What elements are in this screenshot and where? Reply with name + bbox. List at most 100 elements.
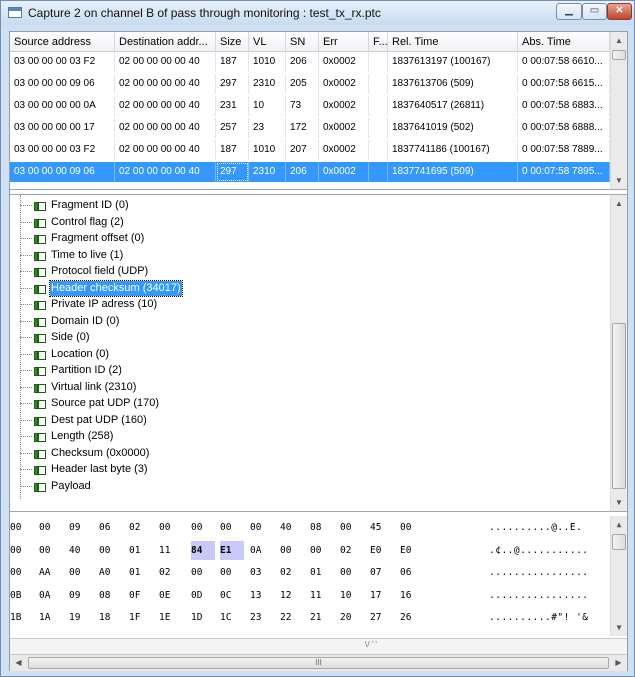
hex-byte[interactable]: 21	[310, 608, 334, 627]
hex-byte[interactable]: 02	[129, 518, 153, 537]
scroll-down-arrow-icon[interactable]: ▼	[611, 494, 627, 511]
hex-byte[interactable]: 00	[340, 563, 364, 582]
hex-byte[interactable]: 17	[370, 586, 394, 605]
hex-byte[interactable]: E0	[400, 541, 424, 560]
scroll-thumb[interactable]	[612, 323, 626, 489]
hex-byte[interactable]: 10	[340, 586, 364, 605]
hex-byte[interactable]: 07	[370, 563, 394, 582]
hex-byte[interactable]: 02	[159, 563, 183, 582]
scroll-up-arrow-icon[interactable]: ▲	[611, 516, 627, 533]
scroll-up-arrow-icon[interactable]: ▲	[611, 32, 627, 49]
hex-byte[interactable]: 00	[69, 563, 93, 582]
horizontal-scrollbar[interactable]: ◀ III ▶	[10, 654, 627, 671]
hex-byte[interactable]: E0	[370, 541, 394, 560]
hex-byte[interactable]: 1F	[129, 608, 153, 627]
hex-byte[interactable]: 13	[250, 586, 274, 605]
tree-vertical-scrollbar[interactable]: ▲ ▼	[610, 195, 627, 511]
hex-byte[interactable]: 19	[69, 608, 93, 627]
hex-byte[interactable]: 00	[39, 541, 63, 560]
hex-byte[interactable]: 12	[280, 586, 304, 605]
hex-byte[interactable]: 0E	[159, 586, 183, 605]
hex-byte[interactable]: 0A	[39, 586, 63, 605]
close-button[interactable]: ✕	[607, 3, 632, 20]
hex-byte[interactable]: 01	[310, 563, 334, 582]
maximize-button[interactable]: ▭	[582, 3, 607, 20]
hex-byte[interactable]: 20	[340, 608, 364, 627]
hex-byte[interactable]: 0F	[129, 586, 153, 605]
table-row[interactable]: 03 00 00 00 03 F2 02 00 00 00 00 40 187 101…	[10, 140, 610, 160]
column-header[interactable]: VL	[249, 32, 286, 52]
hex-byte[interactable]: 00	[220, 563, 244, 582]
hex-byte[interactable]: 03	[250, 563, 274, 582]
hex-byte[interactable]: 02	[280, 563, 304, 582]
column-header[interactable]: Source address	[10, 32, 115, 52]
hex-byte[interactable]: 02	[340, 541, 364, 560]
hex-byte[interactable]: 09	[69, 518, 93, 537]
splitter-strip[interactable]: \/ ' '	[10, 638, 627, 654]
hex-byte[interactable]: 00	[250, 518, 274, 537]
scroll-right-arrow-icon[interactable]: ▶	[610, 655, 627, 671]
scroll-thumb[interactable]	[612, 534, 626, 550]
scroll-thumb[interactable]	[612, 50, 626, 60]
hex-byte[interactable]: 00	[10, 518, 34, 537]
hex-byte[interactable]: A0	[99, 563, 123, 582]
column-header[interactable]: Rel. Time	[388, 32, 518, 52]
hex-byte[interactable]: 00	[99, 541, 123, 560]
title-bar[interactable]: Capture 2 on channel B of pass through m…	[1, 1, 634, 25]
hex-byte[interactable]: 0B	[10, 586, 34, 605]
column-header[interactable]: Size	[216, 32, 249, 52]
table-row[interactable]: 03 00 00 00 00 0A 02 00 00 00 00 40 231 10 7…	[10, 96, 610, 116]
hex-byte[interactable]: 06	[400, 563, 424, 582]
hex-byte[interactable]: E1	[220, 540, 244, 560]
hex-byte[interactable]: AA	[39, 563, 63, 582]
hex-byte[interactable]: 18	[99, 608, 123, 627]
column-header[interactable]: SN	[286, 32, 319, 52]
hex-byte[interactable]: 00	[39, 518, 63, 537]
hex-byte[interactable]: 01	[129, 563, 153, 582]
scroll-down-arrow-icon[interactable]: ▼	[611, 619, 627, 636]
hex-byte[interactable]: 09	[69, 586, 93, 605]
table-row[interactable]: 03 00 00 00 09 06 02 00 00 00 00 40 297 231…	[10, 74, 610, 94]
hex-byte[interactable]: 00	[220, 518, 244, 537]
table-row[interactable]: 03 00 00 00 09 06 02 00 00 00 00 40 297 231…	[10, 162, 610, 182]
table-row[interactable]: 03 00 00 00 03 F2 02 00 00 00 00 40 187 101…	[10, 52, 610, 72]
hex-byte[interactable]: 22	[280, 608, 304, 627]
scroll-down-arrow-icon[interactable]: ▼	[611, 172, 627, 189]
hex-byte[interactable]: 0C	[220, 586, 244, 605]
hex-byte[interactable]: 06	[99, 518, 123, 537]
hex-byte[interactable]: 00	[310, 541, 334, 560]
hex-byte[interactable]: 1E	[159, 608, 183, 627]
column-header[interactable]: Destination addr...	[115, 32, 216, 52]
hex-vertical-scrollbar[interactable]: ▲ ▼	[610, 516, 627, 636]
hex-byte[interactable]: 08	[310, 518, 334, 537]
hex-byte[interactable]: 1D	[191, 608, 215, 627]
scroll-up-arrow-icon[interactable]: ▲	[611, 195, 627, 212]
hex-byte[interactable]: 26	[400, 608, 424, 627]
hex-byte[interactable]: 0A	[250, 541, 274, 560]
horizontal-scroll-thumb[interactable]: III	[28, 657, 609, 669]
table-row[interactable]: 03 00 00 00 00 17 02 00 00 00 00 40 257 23 1…	[10, 118, 610, 138]
hex-byte[interactable]: 00	[400, 518, 424, 537]
hex-byte[interactable]: 01	[129, 541, 153, 560]
column-header[interactable]: Err	[319, 32, 369, 52]
hex-byte[interactable]: 00	[280, 541, 304, 560]
hex-byte[interactable]: 00	[10, 541, 34, 560]
hex-byte[interactable]: 1B	[10, 608, 34, 627]
hex-byte[interactable]: 23	[250, 608, 274, 627]
hex-byte[interactable]: 00	[191, 518, 215, 537]
hex-byte[interactable]: 11	[310, 586, 334, 605]
hex-byte[interactable]: 16	[400, 586, 424, 605]
hex-byte[interactable]: 40	[69, 541, 93, 560]
hex-byte[interactable]: 1A	[39, 608, 63, 627]
column-header[interactable]: Abs. Time	[518, 32, 610, 52]
scroll-left-arrow-icon[interactable]: ◀	[10, 655, 27, 671]
hex-byte[interactable]: 45	[370, 518, 394, 537]
hex-byte[interactable]: 00	[10, 563, 34, 582]
column-header[interactable]: F...	[369, 32, 388, 52]
hex-byte[interactable]: 00	[191, 563, 215, 582]
hex-byte[interactable]: 0D	[191, 586, 215, 605]
hex-byte[interactable]: 84	[191, 540, 215, 560]
hex-byte[interactable]: 27	[370, 608, 394, 627]
hex-byte[interactable]: 00	[340, 518, 364, 537]
hex-byte[interactable]: 08	[99, 586, 123, 605]
